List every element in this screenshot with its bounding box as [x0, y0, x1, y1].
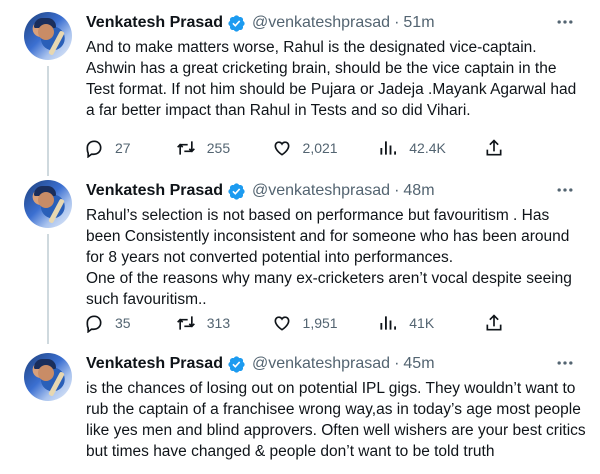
like-count: 1,951: [302, 315, 338, 331]
tweet[interactable]: Venkatesh Prasad @venkateshprasad · 51m …: [0, 12, 600, 162]
tweet-text: And to make matters worse, Rahul is the …: [86, 39, 581, 119]
share-icon: [486, 139, 502, 156]
tweet-header: Venkatesh Prasad @venkateshprasad · 45m: [86, 353, 560, 375]
more-dots-icon[interactable]: [554, 353, 576, 373]
tweet-text: is the chances of losing out on potentia…: [86, 380, 590, 460]
views-button[interactable]: 41K: [378, 313, 484, 333]
tweet[interactable]: Venkatesh Prasad @venkateshprasad · 45m …: [0, 353, 600, 474]
more-dots-icon[interactable]: [554, 12, 576, 32]
like-count: 2,021: [302, 140, 338, 156]
reply-button[interactable]: 35: [84, 313, 176, 333]
tweet-header: Venkatesh Prasad @venkateshprasad · 48m: [86, 180, 560, 202]
reply-count: 35: [115, 315, 131, 331]
action-bar: 35 313 1,951 41K: [84, 312, 504, 334]
author-handle[interactable]: @venkateshprasad: [252, 182, 390, 200]
author-name[interactable]: Venkatesh Prasad: [86, 182, 223, 200]
share-button[interactable]: [484, 313, 504, 333]
reply-icon: [86, 140, 102, 158]
heart-icon: [274, 141, 290, 156]
timestamp[interactable]: 51m: [403, 14, 434, 32]
author-handle[interactable]: @venkateshprasad: [252, 355, 390, 373]
tweet-text: Rahul’s selection is not based on perfor…: [86, 207, 572, 308]
avatar[interactable]: [24, 12, 72, 60]
heart-icon: [274, 316, 290, 331]
reply-count: 27: [115, 140, 131, 156]
author-name[interactable]: Venkatesh Prasad: [86, 14, 223, 32]
share-icon: [486, 314, 502, 331]
separator-dot: ·: [394, 14, 400, 31]
avatar[interactable]: [24, 353, 72, 401]
timestamp[interactable]: 45m: [403, 355, 434, 373]
like-button[interactable]: 2,021: [272, 138, 379, 158]
tweet-header: Venkatesh Prasad @venkateshprasad · 51m: [86, 12, 560, 34]
retweet-icon: [176, 141, 195, 155]
more-dots-icon[interactable]: [554, 180, 576, 200]
reply-icon: [86, 315, 102, 333]
timestamp[interactable]: 48m: [403, 182, 434, 200]
separator-dot: ·: [394, 182, 400, 199]
tweet[interactable]: Venkatesh Prasad @venkateshprasad · 48m …: [0, 180, 600, 340]
verified-badge-icon: [228, 182, 245, 200]
views-button[interactable]: 42.4K: [378, 138, 484, 158]
separator-dot: ·: [394, 355, 400, 372]
verified-badge-icon: [228, 14, 245, 32]
reply-button[interactable]: 27: [84, 138, 176, 158]
avatar[interactable]: [24, 180, 72, 228]
author-name[interactable]: Venkatesh Prasad: [86, 355, 223, 373]
retweet-count: 313: [206, 315, 231, 331]
action-bar: 27 255 2,021 42.4K: [84, 137, 504, 159]
retweet-icon: [176, 316, 195, 330]
views-count: 42.4K: [409, 140, 446, 156]
views-icon: [380, 141, 397, 155]
retweet-button[interactable]: 313: [176, 313, 272, 333]
verified-badge-icon: [228, 355, 245, 373]
like-button[interactable]: 1,951: [272, 313, 379, 333]
author-handle[interactable]: @venkateshprasad: [252, 14, 390, 32]
retweet-count: 255: [206, 140, 231, 156]
share-button[interactable]: [484, 138, 504, 158]
views-icon: [380, 316, 397, 330]
retweet-button[interactable]: 255: [176, 138, 272, 158]
views-count: 41K: [409, 315, 435, 331]
